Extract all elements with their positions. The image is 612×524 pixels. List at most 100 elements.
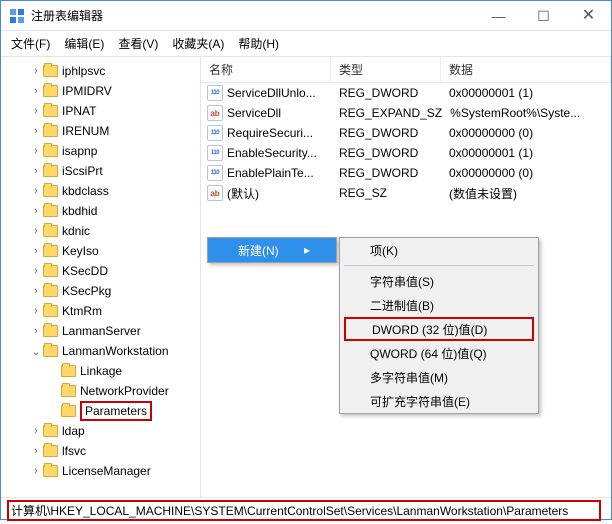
- menu-file[interactable]: 文件(F): [11, 35, 50, 52]
- expand-icon[interactable]: ⌄: [29, 345, 43, 358]
- menu-view[interactable]: 查看(V): [118, 35, 158, 52]
- ctx-item[interactable]: DWORD (32 位)值(D): [344, 317, 534, 341]
- tree-node-label: iphlpsvc: [62, 64, 105, 78]
- dword-value-icon: [207, 125, 223, 141]
- folder-icon: [43, 85, 58, 97]
- tree-node[interactable]: › isapnp: [1, 141, 200, 161]
- tree-node[interactable]: › kdnic: [1, 221, 200, 241]
- value-row[interactable]: ServiceDllREG_EXPAND_SZ%SystemRoot%\Syst…: [201, 103, 611, 123]
- tree-node[interactable]: ›KSecPkg: [1, 281, 200, 301]
- folder-icon: [43, 345, 58, 357]
- value-row[interactable]: RequireSecuri...REG_DWORD0x00000000 (0): [201, 123, 611, 143]
- tree-node[interactable]: ›kbdhid: [1, 201, 200, 221]
- submenu-arrow-icon: ▸: [304, 243, 310, 257]
- value-type: REG_DWORD: [331, 166, 441, 180]
- value-row[interactable]: ServiceDllUnlo...REG_DWORD0x00000001 (1): [201, 83, 611, 103]
- ctx-item[interactable]: 字符串值(S): [340, 269, 538, 293]
- expand-icon[interactable]: ›: [29, 165, 43, 177]
- expand-icon[interactable]: ›: [29, 285, 43, 297]
- menu-favorites[interactable]: 收藏夹(A): [172, 35, 224, 52]
- tree-node[interactable]: ›kbdclass: [1, 181, 200, 201]
- ctx-item[interactable]: 可扩充字符串值(E): [340, 389, 538, 413]
- col-type[interactable]: 类型: [331, 57, 441, 82]
- value-row[interactable]: EnableSecurity...REG_DWORD0x00000001 (1): [201, 143, 611, 163]
- value-type: REG_DWORD: [331, 126, 441, 140]
- tree-node[interactable]: ›ldap: [1, 421, 200, 441]
- values-pane: 名称 类型 数据 ServiceDllUnlo...REG_DWORD0x000…: [201, 57, 611, 497]
- tree-node[interactable]: ›KeyIso: [1, 241, 200, 261]
- tree-node[interactable]: › iphlpsvc: [1, 61, 200, 81]
- tree-node[interactable]: ⌄LanmanWorkstation: [1, 341, 200, 361]
- expand-icon[interactable]: ›: [29, 145, 43, 157]
- expand-icon[interactable]: ›: [29, 65, 43, 77]
- maximize-button[interactable]: ☐: [521, 1, 566, 31]
- expand-icon[interactable]: ›: [29, 265, 43, 277]
- col-name[interactable]: 名称: [201, 57, 331, 82]
- tree-node-label: isapnp: [62, 144, 97, 158]
- string-value-icon: [207, 185, 223, 201]
- tree-node[interactable]: ›lfsvc: [1, 441, 200, 461]
- close-button[interactable]: ✕: [566, 1, 611, 31]
- window-title: 注册表编辑器: [31, 7, 476, 24]
- expand-icon[interactable]: ›: [29, 305, 43, 317]
- tree-pane[interactable]: ›iphlpsvc›IPMIDRV›IPNAT›IRENUM›isapnp›iS…: [1, 57, 201, 497]
- value-row[interactable]: EnablePlainTe... REG_DWORD0x00000000 (0): [201, 163, 611, 183]
- folder-icon: [43, 145, 58, 157]
- expand-icon[interactable]: ›: [29, 325, 43, 337]
- tree-node-label: Linkage: [80, 364, 122, 378]
- menu-edit[interactable]: 编辑(E): [64, 35, 104, 52]
- expand-icon[interactable]: ›: [29, 105, 43, 117]
- minimize-button[interactable]: —: [476, 1, 521, 31]
- tree-node-label: Parameters: [80, 401, 152, 421]
- menu-help[interactable]: 帮助(H): [238, 35, 279, 52]
- expand-icon[interactable]: ›: [29, 85, 43, 97]
- value-type: REG_EXPAND_SZ: [331, 106, 442, 120]
- ctx-item[interactable]: 多字符串值(M): [340, 365, 538, 389]
- value-name: EnableSecurity...: [227, 146, 317, 160]
- column-headers[interactable]: 名称 类型 数据: [201, 57, 611, 83]
- tree-node-label: NetworkProvider: [80, 384, 169, 398]
- tree-node[interactable]: ›IRENUM: [1, 121, 200, 141]
- separator: [344, 265, 534, 266]
- expand-icon[interactable]: ›: [29, 465, 43, 477]
- folder-icon: [43, 105, 58, 117]
- ctx-item[interactable]: 二进制值(B): [340, 293, 538, 317]
- menubar: 文件(F) 编辑(E) 查看(V) 收藏夹(A) 帮助(H): [1, 31, 611, 57]
- expand-icon[interactable]: ›: [29, 205, 43, 217]
- tree-node[interactable]: ›LicenseManager: [1, 461, 200, 481]
- value-data: 0x00000000 (0): [441, 166, 611, 180]
- tree-node[interactable]: ›KtmRm: [1, 301, 200, 321]
- tree-node[interactable]: NetworkProvider: [1, 381, 200, 401]
- folder-icon: [61, 365, 76, 377]
- expand-icon[interactable]: ›: [29, 445, 43, 457]
- tree-node[interactable]: ›KSecDD: [1, 261, 200, 281]
- ctx-new[interactable]: 新建(N) ▸: [208, 238, 336, 262]
- tree-node[interactable]: Linkage: [1, 361, 200, 381]
- tree-node[interactable]: ›IPMIDRV: [1, 81, 200, 101]
- value-name: RequireSecuri...: [227, 126, 313, 140]
- values-list[interactable]: ServiceDllUnlo...REG_DWORD0x00000001 (1)…: [201, 83, 611, 497]
- expand-icon[interactable]: ›: [29, 245, 43, 257]
- expand-icon[interactable]: ›: [29, 185, 43, 197]
- tree-node[interactable]: ›IPNAT: [1, 101, 200, 121]
- tree-node[interactable]: ›LanmanServer: [1, 321, 200, 341]
- expand-icon[interactable]: ›: [29, 425, 43, 437]
- value-name: EnablePlainTe...: [227, 166, 314, 180]
- folder-icon: [43, 165, 58, 177]
- expand-icon[interactable]: ›: [29, 125, 43, 137]
- statusbar: 计算机\HKEY_LOCAL_MACHINE\SYSTEM\CurrentCon…: [1, 497, 611, 519]
- ctx-item[interactable]: 项(K): [340, 238, 538, 262]
- expand-icon[interactable]: ›: [29, 225, 43, 237]
- context-menu-submenu[interactable]: 项(K) 字符串值(S)二进制值(B)DWORD (32 位)值(D)QWORD …: [339, 237, 539, 414]
- tree-node[interactable]: ›iScsiPrt: [1, 161, 200, 181]
- value-row[interactable]: (默认)REG_SZ(数值未设置): [201, 183, 611, 203]
- string-value-icon: [207, 105, 223, 121]
- tree-node-label: kdnic: [62, 224, 90, 238]
- context-menu-primary[interactable]: 新建(N) ▸: [207, 237, 337, 263]
- titlebar[interactable]: 注册表编辑器 — ☐ ✕: [1, 1, 611, 31]
- tree-node[interactable]: Parameters: [1, 401, 200, 421]
- app-icon: [9, 8, 25, 24]
- ctx-item[interactable]: QWORD (64 位)值(Q): [340, 341, 538, 365]
- col-data[interactable]: 数据: [441, 57, 611, 82]
- value-data: %SystemRoot%\Syste...: [442, 106, 611, 120]
